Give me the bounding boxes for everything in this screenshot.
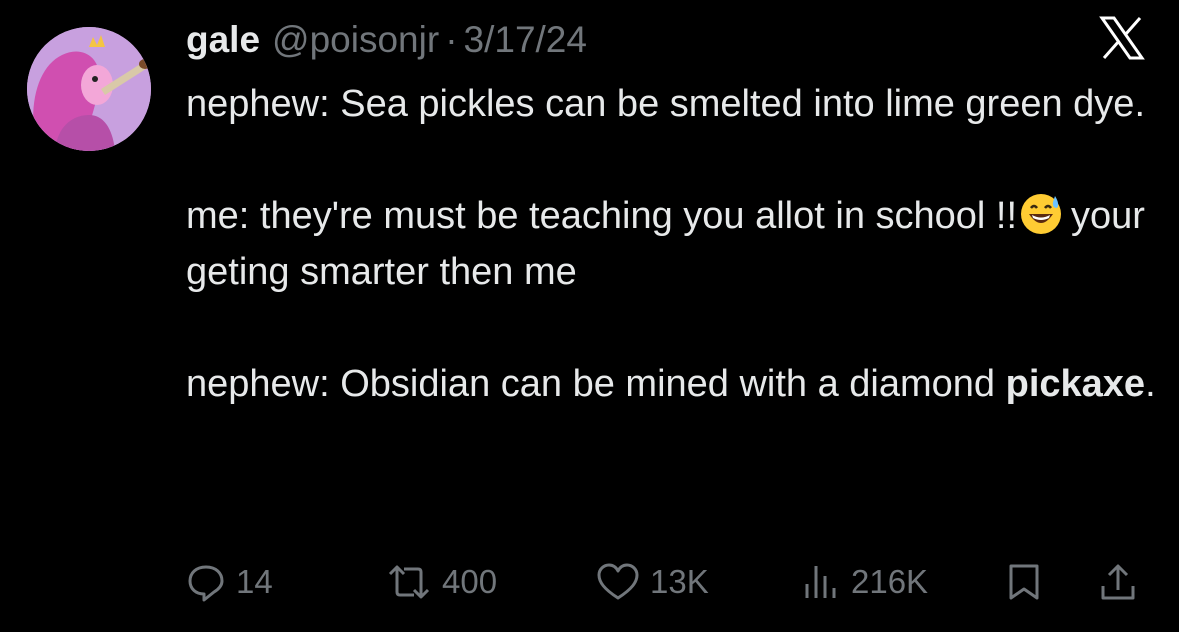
like-count: 13K	[650, 563, 709, 600]
x-logo-icon	[1098, 14, 1146, 62]
reply-icon	[186, 562, 226, 602]
tweet-line-3-start: nephew: Obsidian can be mined with a dia…	[186, 363, 996, 405]
tweet-bold-word: pickaxe	[1005, 363, 1146, 405]
tweet-line-3: nephew: Obsidian can be mined with a dia…	[186, 356, 1161, 412]
share-button[interactable]	[1098, 558, 1138, 606]
repost-button[interactable]: 400	[386, 558, 497, 606]
bookmark-button[interactable]	[1006, 558, 1042, 606]
author-handle[interactable]: @poisonjr	[272, 18, 439, 62]
like-icon	[596, 562, 640, 602]
action-bar: 14 400 13K 216K	[186, 558, 1146, 606]
views-button[interactable]: 216K	[801, 558, 928, 606]
share-icon	[1098, 562, 1138, 602]
reply-button[interactable]: 14	[186, 558, 273, 606]
separator-dot: ·	[445, 19, 458, 60]
author-name[interactable]: gale	[186, 18, 260, 62]
sweat-smile-emoji-icon	[1019, 192, 1063, 236]
tweet-line-2: me: they're must be teaching you allot i…	[186, 188, 1161, 300]
avatar[interactable]	[27, 27, 151, 151]
tweet-date[interactable]: 3/17/24	[464, 18, 587, 62]
tweet-header: gale @poisonjr · 3/17/24	[186, 18, 587, 62]
bookmark-icon	[1006, 562, 1042, 602]
repost-icon	[386, 562, 432, 602]
tweet-line-2-start: me: they're must be teaching you allot i…	[186, 195, 1018, 237]
views-icon	[801, 562, 841, 602]
views-count: 216K	[851, 563, 929, 600]
tweet-line-1: nephew: Sea pickles can be smelted into …	[186, 83, 1145, 125]
reply-count: 14	[236, 563, 273, 600]
tweet-text: nephew: Sea pickles can be smelted into …	[186, 76, 1161, 412]
like-button[interactable]: 13K	[596, 558, 709, 606]
repost-count: 400	[442, 563, 498, 600]
tweet-line-3-end: .	[1145, 363, 1156, 405]
